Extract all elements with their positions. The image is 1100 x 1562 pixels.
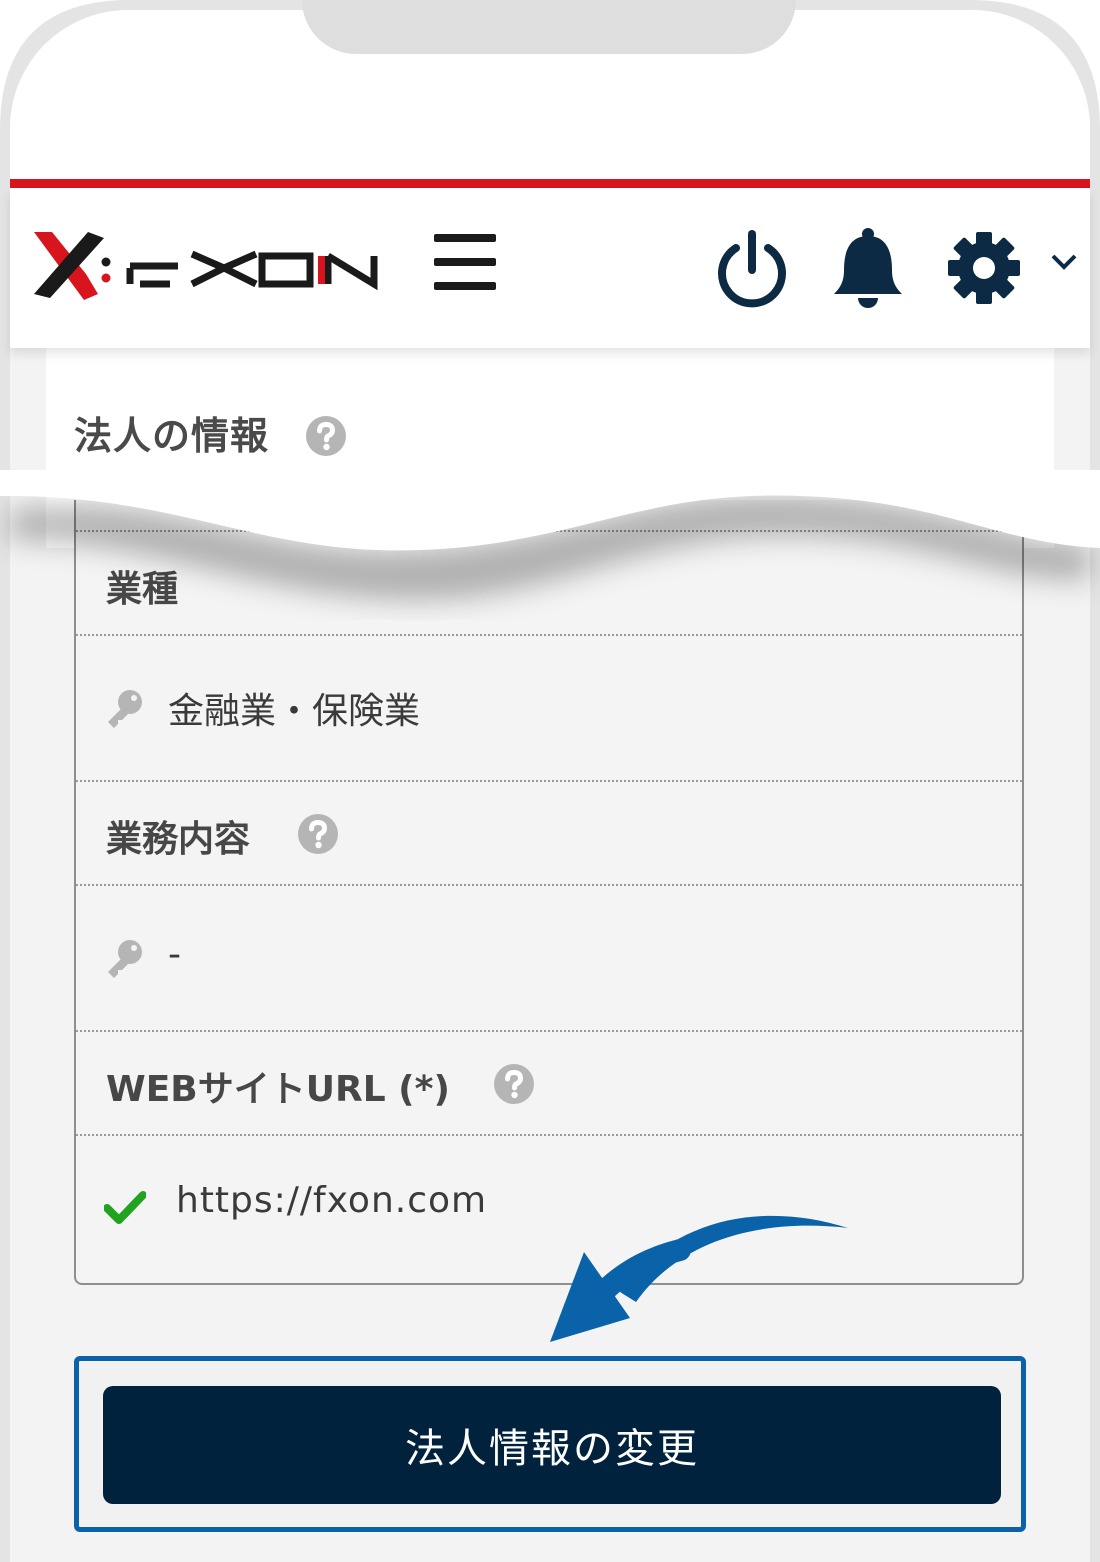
field-value-row: 金融業・保険業 xyxy=(76,634,1022,780)
bell-icon[interactable] xyxy=(830,226,906,312)
change-corporate-info-button[interactable]: 法人情報の変更 xyxy=(103,1386,1001,1504)
power-icon[interactable] xyxy=(714,230,790,310)
gear-icon xyxy=(948,232,1020,304)
field-value-row: https://fxon.com xyxy=(76,1134,1022,1284)
settings-menu[interactable] xyxy=(946,230,1077,306)
fxon-logo[interactable] xyxy=(28,228,378,308)
question-circle-icon[interactable] xyxy=(494,1064,534,1104)
corporate-info-form: 業種 金融業・保険業 業務内容 - WEBサイトURL (*) https://… xyxy=(74,500,1024,1285)
key-icon xyxy=(108,690,142,728)
app-header xyxy=(10,188,1090,348)
hamburger-menu-icon[interactable] xyxy=(434,234,498,294)
phone-notch xyxy=(302,0,796,54)
section-title: 法人の情報 xyxy=(74,414,270,458)
key-icon xyxy=(108,940,142,978)
question-circle-icon[interactable] xyxy=(306,416,346,456)
chevron-down-icon xyxy=(1051,254,1077,270)
field-label: WEBサイトURL (*) xyxy=(106,1069,450,1110)
website-url-value: https://fxon.com xyxy=(176,1180,488,1221)
check-icon xyxy=(104,1191,146,1224)
fxon-logo-mark xyxy=(34,232,378,300)
field-label-row: WEBサイトURL (*) xyxy=(76,1030,1022,1134)
field-value: - xyxy=(168,934,181,975)
field-label-row: 業種 xyxy=(76,530,1022,634)
question-circle-icon[interactable] xyxy=(298,814,338,854)
field-label: 業務内容 xyxy=(106,819,251,860)
submit-highlight-frame: 法人情報の変更 xyxy=(74,1356,1026,1532)
field-value-row: - xyxy=(76,884,1022,1030)
brand-top-bar xyxy=(10,179,1090,188)
field-label: 業種 xyxy=(106,569,179,610)
field-label-row: 業務内容 xyxy=(76,780,1022,884)
field-value: 金融業・保険業 xyxy=(168,691,421,732)
